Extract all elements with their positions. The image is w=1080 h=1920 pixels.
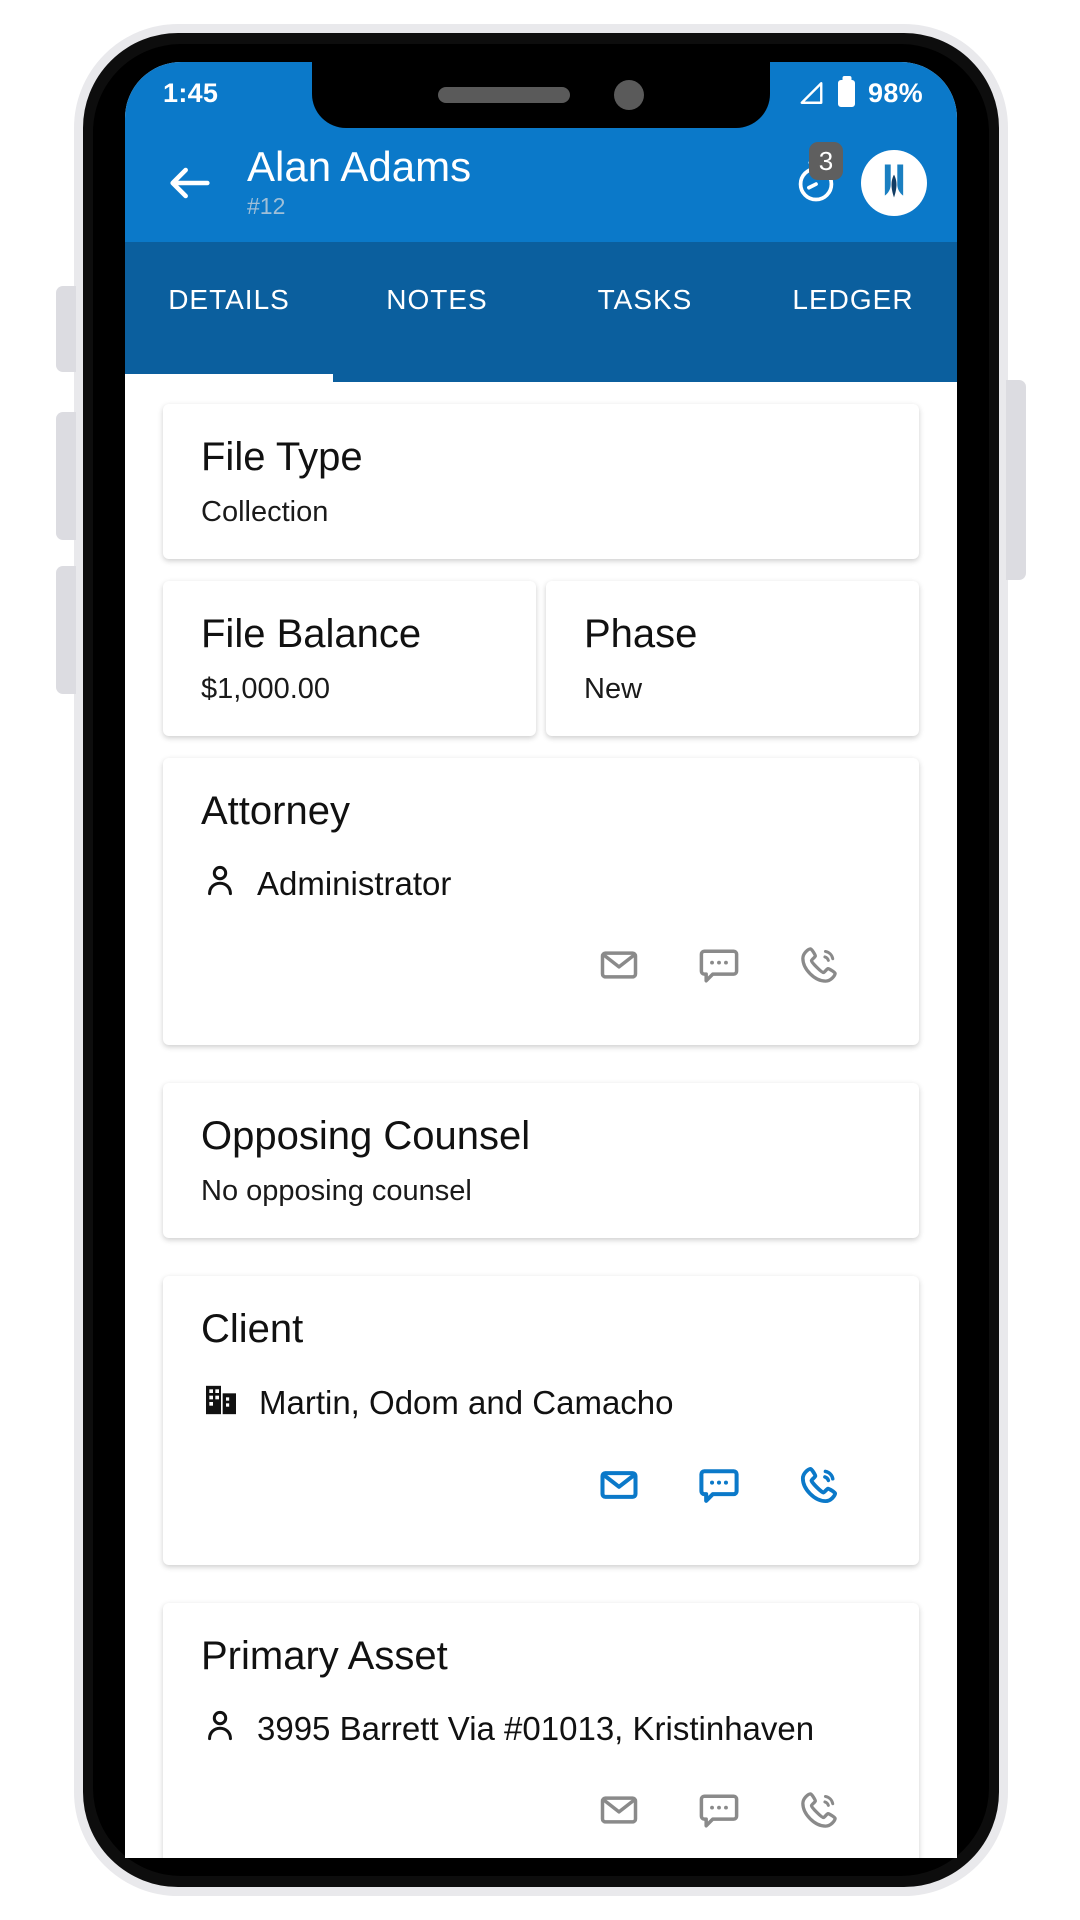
- card-attorney[interactable]: Attorney Administrator: [163, 758, 919, 1045]
- tab-tasks[interactable]: TASKS: [541, 242, 749, 382]
- app-bar: Alan Adams #12 3: [125, 124, 957, 242]
- status-icons: 98%: [798, 78, 923, 109]
- battery-icon: [838, 79, 856, 107]
- phone-button-silent[interactable]: [56, 286, 76, 372]
- tab-bar: DETAILS NOTES TASKS LEDGER: [125, 242, 957, 382]
- message-icon[interactable]: [695, 1461, 743, 1509]
- card-primary-asset[interactable]: Primary Asset 3995 Barrett Via #01013, K…: [163, 1603, 919, 1858]
- avatar[interactable]: [861, 150, 927, 216]
- card-file-type-title: File Type: [201, 435, 363, 479]
- card-phase-title: Phase: [584, 612, 698, 656]
- person-icon: [201, 862, 239, 905]
- message-icon[interactable]: [695, 941, 743, 989]
- message-icon[interactable]: [695, 1786, 743, 1834]
- attorney-actions: [201, 941, 881, 989]
- page-subtitle: #12: [247, 192, 286, 219]
- phone-icon[interactable]: [795, 941, 843, 989]
- email-icon[interactable]: [595, 1786, 643, 1834]
- card-file-balance-value: $1,000.00: [201, 673, 331, 705]
- page-title: Alan Adams: [247, 142, 472, 190]
- active-tab-indicator: [125, 374, 333, 382]
- screenshot-stage: 1:45 98% Alan Adams #12 3 DETAILS NOTES …: [0, 0, 1080, 1920]
- signal-triangle-icon: [798, 80, 825, 106]
- person-icon: [201, 1707, 239, 1750]
- card-row-balance-phase: File Balance $1,000.00 Phase New: [163, 581, 919, 736]
- avatar-logo-icon: [872, 159, 916, 208]
- phone-button-volume-down[interactable]: [56, 566, 76, 694]
- card-opposing-counsel[interactable]: Opposing Counsel No opposing counsel: [163, 1083, 919, 1238]
- card-attorney-title: Attorney: [201, 789, 350, 833]
- attorney-person-row: Administrator: [201, 862, 881, 905]
- card-primary-asset-title: Primary Asset: [201, 1634, 448, 1678]
- card-opposing-counsel-title: Opposing Counsel: [201, 1114, 531, 1158]
- card-file-balance[interactable]: File Balance $1,000.00: [163, 581, 536, 736]
- attorney-name: Administrator: [257, 864, 452, 902]
- details-content: File Type Collection File Balance $1,000…: [125, 382, 957, 1858]
- client-name: Martin, Odom and Camacho: [259, 1383, 674, 1421]
- phone-icon[interactable]: [795, 1786, 843, 1834]
- phone-button-volume-up[interactable]: [56, 412, 76, 540]
- back-arrow-icon[interactable]: [159, 152, 221, 214]
- timer-button[interactable]: 3: [785, 142, 847, 214]
- card-client[interactable]: Client Martin, Odom and Camacho: [163, 1276, 919, 1565]
- card-file-type[interactable]: File Type Collection: [163, 404, 919, 559]
- phone-screen: 1:45 98% Alan Adams #12 3 DETAILS NOTES …: [125, 62, 957, 1858]
- card-phase[interactable]: Phase New: [546, 581, 919, 736]
- email-icon[interactable]: [595, 1461, 643, 1509]
- client-person-row: Martin, Odom and Camacho: [201, 1380, 881, 1425]
- primary-asset-name: 3995 Barrett Via #01013, Kristinhaven: [257, 1709, 815, 1747]
- phone-button-power[interactable]: [1006, 380, 1026, 580]
- email-icon[interactable]: [595, 941, 643, 989]
- card-client-title: Client: [201, 1307, 304, 1351]
- card-opposing-counsel-value: No opposing counsel: [201, 1175, 472, 1207]
- tab-notes[interactable]: NOTES: [333, 242, 541, 382]
- tab-ledger[interactable]: LEDGER: [749, 242, 957, 382]
- primary-asset-actions: [201, 1786, 881, 1834]
- status-time: 1:45: [163, 77, 219, 108]
- app-bar-titles: Alan Adams #12: [247, 142, 785, 222]
- building-icon: [201, 1380, 241, 1425]
- timer-badge: 3: [809, 142, 843, 180]
- primary-asset-person-row: 3995 Barrett Via #01013, Kristinhaven: [201, 1707, 881, 1750]
- phone-icon[interactable]: [795, 1461, 843, 1509]
- card-phase-value: New: [584, 673, 643, 705]
- client-actions: [201, 1461, 881, 1509]
- battery-percent: 98%: [868, 77, 923, 108]
- app-bar-actions: 3: [785, 142, 927, 216]
- card-file-type-value: Collection: [201, 496, 329, 528]
- tab-details[interactable]: DETAILS: [125, 242, 333, 382]
- status-bar: 1:45 98%: [125, 62, 957, 128]
- front-camera: [614, 80, 644, 110]
- earpiece-speaker: [438, 87, 570, 103]
- device-notch: [312, 62, 770, 128]
- card-file-balance-title: File Balance: [201, 612, 422, 656]
